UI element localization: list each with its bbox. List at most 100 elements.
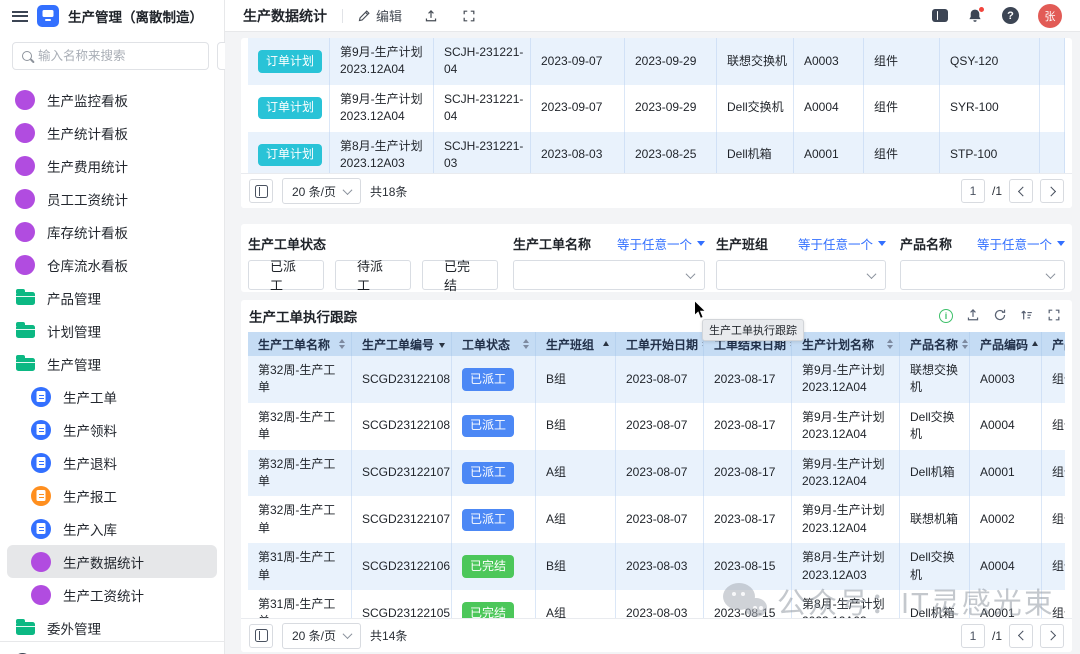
prev-page-button[interactable] (1009, 179, 1033, 203)
table-row[interactable]: 订单计划 第9月-生产计划 2023.12A04 SCJH-231221-04 … (248, 85, 1065, 132)
table-row[interactable]: 第32周-生产工单 SCGD23122108 已派工 B组 2023-08-07… (248, 403, 1065, 450)
page-size-select[interactable]: 20 条/页 (282, 623, 361, 649)
status-filter-button[interactable]: 待派工 (335, 260, 411, 290)
search-input-box[interactable] (12, 42, 209, 70)
sidebar-item[interactable]: 生产领料 (7, 413, 217, 446)
filter-select[interactable] (513, 260, 705, 290)
filter-select[interactable] (716, 260, 886, 290)
page-number-box[interactable]: 1 (961, 179, 985, 203)
panel-toggle-icon[interactable] (932, 9, 948, 22)
sort-icon[interactable] (603, 341, 609, 348)
empty-cell (1040, 85, 1065, 132)
fullscreen-icon[interactable] (462, 9, 476, 23)
status-filter-button[interactable]: 已完结 (422, 260, 498, 290)
fullscreen-icon[interactable] (1047, 308, 1061, 325)
sidebar-item[interactable]: 生产入库 (7, 512, 217, 545)
operator-link[interactable]: 等于任意一个 (617, 234, 705, 253)
sort-icon[interactable] (339, 339, 345, 349)
export-icon[interactable] (966, 308, 980, 325)
column-header[interactable]: 产品类型 (1042, 332, 1065, 356)
product-type-cell: 组件 (864, 85, 940, 132)
sort-icon[interactable] (887, 339, 893, 349)
sidebar-item[interactable]: 生产统计看板 (7, 116, 217, 149)
column-header[interactable]: 产品编码 (970, 332, 1042, 356)
search-input[interactable] (38, 49, 199, 63)
info-icon[interactable] (939, 309, 953, 323)
sidebar-item[interactable]: 生产报工 (7, 479, 217, 512)
sidebar-item-admin[interactable]: 管理后台 (0, 642, 224, 654)
plan-type-badge: 订单计划 (258, 97, 322, 119)
column-label: 产品编码 (980, 336, 1028, 353)
plan-name-cell: 第8月-生产计划 2023.12A03 (330, 132, 434, 173)
table-row[interactable]: 第31周-生产工单 SCGD23122105 已完结 A组 2023-08-03… (248, 590, 1065, 618)
plan-type-badge: 订单计划 (258, 50, 322, 72)
sidebar-item[interactable]: 库存统计看板 (7, 215, 217, 248)
monitor-purple-icon (15, 156, 35, 176)
column-header[interactable]: 工单开始日期 (616, 332, 704, 356)
sidebar-item[interactable]: 生产管理 (7, 347, 217, 380)
table-row[interactable]: 第32周-生产工单 SCGD23122107 已派工 A组 2023-08-07… (248, 450, 1065, 497)
plan-name-cell: 第9月-生产计划 2023.12A04 (330, 85, 434, 132)
sidebar-item[interactable]: 生产费用统计 (7, 149, 217, 182)
user-avatar[interactable]: 张 (1038, 4, 1062, 28)
next-page-button[interactable] (1040, 624, 1064, 648)
page-number-box[interactable]: 1 (961, 624, 985, 648)
table-row[interactable]: 订单计划 第8月-生产计划 2023.12A03 SCJH-231221-03 … (248, 132, 1065, 173)
chevron-right-icon (1046, 186, 1056, 196)
help-icon[interactable] (1002, 7, 1019, 24)
start-date-cell: 2023-08-03 (616, 590, 704, 618)
sidebar-item[interactable]: 生产数据统计 (7, 545, 217, 578)
sidebar-item[interactable]: 生产工资统计 (7, 578, 217, 611)
sidebar-item[interactable]: 员工工资统计 (7, 182, 217, 215)
status-filter-button[interactable]: 已派工 (248, 260, 324, 290)
sidebar-item[interactable]: 生产工单 (7, 380, 217, 413)
hamburger-menu-icon[interactable] (12, 11, 28, 22)
column-header[interactable]: 工单状态 (452, 332, 536, 356)
operator-link[interactable]: 等于任意一个 (798, 234, 886, 253)
next-page-button[interactable] (1040, 179, 1064, 203)
table-row[interactable]: 订单计划 第9月-生产计划 2023.12A04 SCJH-231221-04 … (248, 38, 1065, 85)
column-header[interactable]: 生产工单编号 (352, 332, 452, 356)
table-row[interactable]: 第31周-生产工单 SCGD23122106 已完结 B组 2023-08-03… (248, 543, 1065, 590)
sidebar-item[interactable]: 委外管理 (7, 611, 217, 641)
plan-code-cell: SCJH-231221-04 (434, 85, 531, 132)
folder-green-icon (16, 292, 35, 305)
page-total: /1 (992, 184, 1002, 198)
sort-icon[interactable] (439, 341, 445, 348)
column-header[interactable]: 生产计划名称 (792, 332, 900, 356)
prev-page-button[interactable] (1009, 624, 1033, 648)
sidebar-item[interactable]: 仓库流水看板 (7, 248, 217, 281)
filter-card: 生产工单状态 已派工 待派工 已完结 生产工单名称 等于任意一个 生产班组 等于… (241, 224, 1072, 292)
column-header[interactable]: 生产工单名称 (248, 332, 352, 356)
sidebar-item[interactable]: 生产监控看板 (7, 83, 217, 116)
search-icon (22, 51, 32, 61)
filter-select[interactable] (900, 260, 1065, 290)
filter-select-group: 产品名称 等于任意一个 (900, 234, 1065, 290)
column-header[interactable]: 产品名称 (900, 332, 970, 356)
sort-settings-icon[interactable] (1020, 308, 1034, 325)
table-row[interactable]: 第32周-生产工单 SCGD23122108 已派工 B组 2023-08-07… (248, 356, 1065, 403)
sort-icon[interactable] (962, 339, 968, 349)
end-date-cell: 2023-08-25 (625, 132, 717, 173)
start-date-cell: 2023-08-07 (616, 356, 704, 403)
product-code-cell: A0002 (970, 496, 1042, 543)
export-icon[interactable] (424, 9, 438, 23)
column-settings-button[interactable] (249, 179, 273, 203)
column-settings-button[interactable] (249, 624, 273, 648)
notification-bell-icon[interactable] (967, 8, 983, 24)
mouse-cursor (693, 300, 707, 323)
sidebar-item[interactable]: 计划管理 (7, 314, 217, 347)
sidebar-item[interactable]: 产品管理 (7, 281, 217, 314)
operator-link[interactable]: 等于任意一个 (977, 234, 1065, 253)
product-type-cell: 组件 (864, 38, 940, 85)
column-header[interactable]: 生产班组 (536, 332, 616, 356)
sort-icon[interactable] (1032, 341, 1038, 348)
sidebar-search-row: + (0, 32, 224, 78)
sort-icon[interactable] (523, 339, 529, 349)
edit-button[interactable]: 编辑 (358, 6, 402, 25)
chevron-down-icon (867, 269, 877, 279)
refresh-icon[interactable] (993, 308, 1007, 325)
sidebar-item[interactable]: 生产退料 (7, 446, 217, 479)
table-row[interactable]: 第32周-生产工单 SCGD23122107 已派工 A组 2023-08-07… (248, 496, 1065, 543)
page-size-select[interactable]: 20 条/页 (282, 178, 361, 204)
